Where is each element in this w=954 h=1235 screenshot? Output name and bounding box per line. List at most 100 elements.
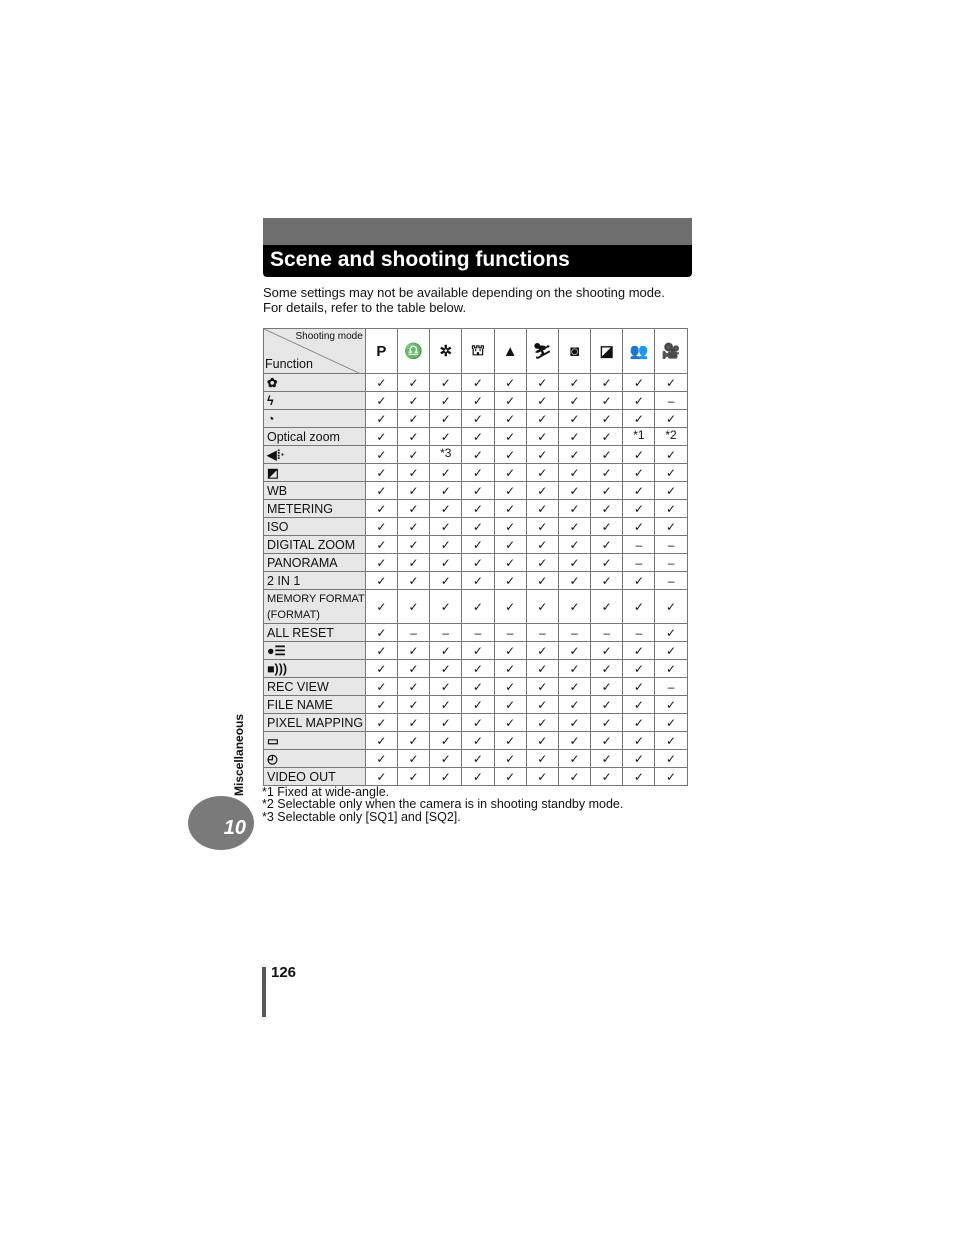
table-row: DIGITAL ZOOM ✓ ✓ ✓ ✓ ✓ ✓ ✓ ✓ – – bbox=[263, 535, 688, 554]
title-bar: Scene and shooting functions bbox=[263, 245, 692, 277]
flash-icon: ϟ bbox=[263, 391, 366, 410]
check-icon: ✓ bbox=[654, 695, 688, 714]
check-icon: ✓ bbox=[461, 463, 495, 482]
check-icon: ✓ bbox=[429, 535, 463, 554]
check-icon: ✓ bbox=[493, 749, 527, 768]
check-icon: ✓ bbox=[429, 499, 463, 518]
manual-page: Scene and shooting functions Some settin… bbox=[0, 0, 954, 1235]
check-icon: ✓ bbox=[525, 499, 559, 518]
night-portrait-icon: ◙ bbox=[557, 328, 592, 374]
check-icon: ✓ bbox=[622, 677, 656, 696]
table-row: ϟ ✓ ✓ ✓ ✓ ✓ ✓ ✓ ✓ ✓ – bbox=[263, 391, 688, 410]
table-row: METERING ✓ ✓ ✓ ✓ ✓ ✓ ✓ ✓ ✓ ✓ bbox=[263, 499, 688, 518]
check-icon: ✓ bbox=[525, 373, 559, 392]
intro-line: For details, refer to the table below. bbox=[263, 299, 467, 315]
check-icon: ✓ bbox=[429, 767, 463, 786]
check-icon: ✓ bbox=[654, 445, 688, 464]
check-icon: ✓ bbox=[493, 677, 527, 696]
check-icon: ✓ bbox=[493, 463, 527, 482]
check-icon: ✓ bbox=[429, 373, 463, 392]
check-icon: ✓ bbox=[364, 749, 398, 768]
check-icon: ✓ bbox=[590, 553, 624, 572]
function-name: PANORAMA bbox=[263, 553, 366, 572]
not-available-mark: – bbox=[622, 535, 656, 554]
check-icon: ✓ bbox=[622, 481, 656, 500]
night-scene-icon: ✲ bbox=[429, 328, 463, 374]
check-icon: ✓ bbox=[396, 391, 431, 410]
check-icon: ✓ bbox=[461, 445, 495, 464]
not-available-mark: – bbox=[654, 553, 688, 572]
check-icon: ✓ bbox=[461, 499, 495, 518]
check-icon: ✓ bbox=[493, 659, 527, 678]
not-available-mark: – bbox=[396, 623, 431, 642]
check-icon: ✓ bbox=[557, 373, 592, 392]
check-icon: ✓ bbox=[525, 695, 559, 714]
table-row: VIDEO OUT ✓ ✓ ✓ ✓ ✓ ✓ ✓ ✓ ✓ ✓ bbox=[263, 767, 688, 786]
check-icon: ✓ bbox=[396, 553, 431, 572]
check-icon: ✓ bbox=[364, 391, 398, 410]
not-available-mark: – bbox=[429, 623, 463, 642]
table-row: FILE NAME ✓ ✓ ✓ ✓ ✓ ✓ ✓ ✓ ✓ ✓ bbox=[263, 695, 688, 714]
page-number: 126 bbox=[271, 964, 297, 981]
check-icon: ✓ bbox=[493, 767, 527, 786]
check-icon: ✓ bbox=[493, 713, 527, 732]
check-icon: ✓ bbox=[364, 517, 398, 536]
table-row: REC VIEW ✓ ✓ ✓ ✓ ✓ ✓ ✓ ✓ ✓ – bbox=[263, 677, 688, 696]
check-icon: ✓ bbox=[622, 571, 656, 590]
check-icon: ✓ bbox=[622, 695, 656, 714]
image-quality-icon: ◀⁞· bbox=[263, 445, 366, 464]
check-icon: ✓ bbox=[493, 731, 527, 750]
check-icon: ✓ bbox=[590, 445, 624, 464]
check-icon: ✓ bbox=[364, 695, 398, 714]
check-icon: ✓ bbox=[590, 641, 624, 660]
check-icon: ✓ bbox=[654, 589, 688, 624]
check-icon: ✓ bbox=[590, 373, 624, 392]
check-icon: ✓ bbox=[557, 535, 592, 554]
check-icon: ✓ bbox=[590, 571, 624, 590]
check-icon: ✓ bbox=[461, 731, 495, 750]
check-icon: ✓ bbox=[429, 409, 463, 428]
check-icon: ✓ bbox=[396, 767, 431, 786]
function-label: Function bbox=[265, 357, 313, 371]
header-bar bbox=[263, 218, 692, 245]
check-icon: ✓ bbox=[493, 409, 527, 428]
check-icon: ✓ bbox=[654, 641, 688, 660]
check-icon: ✓ bbox=[654, 373, 688, 392]
check-icon: ✓ bbox=[622, 445, 656, 464]
check-icon: ✓ bbox=[525, 463, 559, 482]
function-name: DIGITAL ZOOM bbox=[263, 535, 366, 554]
function-name: ISO bbox=[263, 517, 366, 536]
check-icon: ✓ bbox=[429, 553, 463, 572]
check-icon: ✓ bbox=[654, 463, 688, 482]
check-icon: ✓ bbox=[429, 571, 463, 590]
chapter-tab: 10 bbox=[188, 796, 254, 850]
check-icon: ✓ bbox=[557, 731, 592, 750]
check-icon: ✓ bbox=[654, 731, 688, 750]
footnote: *2 Selectable only when the camera is in… bbox=[262, 797, 624, 811]
check-icon: ✓ bbox=[396, 481, 431, 500]
check-icon: ✓ bbox=[525, 535, 559, 554]
check-icon: ✓ bbox=[461, 713, 495, 732]
check-icon: ✓ bbox=[461, 571, 495, 590]
check-icon: ✓ bbox=[493, 641, 527, 660]
table-row: PIXEL MAPPING ✓ ✓ ✓ ✓ ✓ ✓ ✓ ✓ ✓ ✓ bbox=[263, 713, 688, 732]
check-icon: ✓ bbox=[396, 677, 431, 696]
check-icon: ✓ bbox=[590, 767, 624, 786]
not-available-mark: – bbox=[590, 623, 624, 642]
table-row: PANORAMA ✓ ✓ ✓ ✓ ✓ ✓ ✓ ✓ – – bbox=[263, 553, 688, 572]
table-row: ALL RESET ✓ – – – – – – – – ✓ bbox=[263, 623, 688, 642]
check-icon: ✓ bbox=[590, 589, 624, 624]
function-name: MEMORY FORMAT (FORMAT) bbox=[263, 589, 366, 624]
page-marker bbox=[262, 967, 266, 1017]
indoor-icon: 👥 bbox=[622, 328, 656, 374]
check-icon: ✓ bbox=[590, 535, 624, 554]
check-icon: ✓ bbox=[557, 463, 592, 482]
check-icon: ✓ bbox=[364, 553, 398, 572]
check-icon: ✓ bbox=[557, 553, 592, 572]
check-icon: ✓ bbox=[364, 463, 398, 482]
check-icon: ✓ bbox=[590, 677, 624, 696]
check-icon: ✓ bbox=[364, 677, 398, 696]
table-row: ◔ ✓ ✓ ✓ ✓ ✓ ✓ ✓ ✓ ✓ ✓ bbox=[263, 409, 688, 428]
shooting-mode-label: Shooting mode bbox=[295, 331, 363, 342]
check-icon: ✓ bbox=[590, 731, 624, 750]
